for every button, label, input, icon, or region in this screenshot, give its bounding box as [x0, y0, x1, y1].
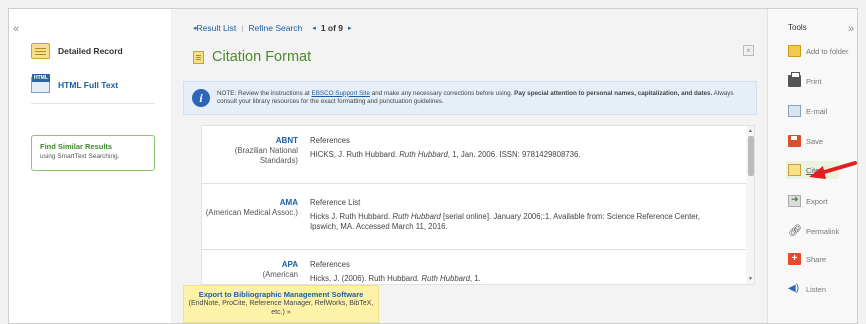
tool-permalink[interactable]: 🔗︎ Permalink [788, 225, 839, 237]
find-similar-subtitle: using SmartText Searching. [40, 153, 120, 160]
scroll-thumb[interactable] [748, 136, 754, 176]
cite-icon [788, 164, 801, 176]
citation-style-label: AMA (American Medical Assoc.) [205, 198, 298, 217]
email-icon [788, 105, 801, 117]
tool-export[interactable]: Export [788, 194, 828, 207]
export-title[interactable]: Export to Bibliographic Management Softw… [184, 290, 378, 299]
note-text: NOTE: Review the instructions at EBSCO S… [217, 89, 734, 106]
citation-list: ABNT (Brazilian National Standards) Refe… [201, 125, 755, 285]
export-to-bibliographic-box[interactable]: Export to Bibliographic Management Softw… [183, 285, 379, 323]
folder-icon [788, 45, 801, 57]
next-result-icon[interactable]: ▸ [348, 24, 352, 32]
tool-email[interactable]: E-mail [788, 105, 827, 117]
note-banner: i NOTE: Review the instructions at EBSCO… [183, 81, 757, 115]
export-icon [788, 194, 801, 207]
html-full-text-label: HTML Full Text [58, 80, 119, 90]
tool-share[interactable]: + Share [788, 253, 826, 265]
divider [31, 103, 155, 104]
refine-search-link[interactable]: Refine Search [248, 23, 302, 33]
html-full-text-link[interactable]: HTML HTML Full Text [31, 74, 119, 93]
info-icon: i [192, 89, 210, 107]
find-similar-title[interactable]: Find Similar Results [40, 142, 146, 151]
collapse-right-button[interactable]: » [848, 23, 854, 35]
page-title: Citation Format [212, 49, 312, 65]
close-button[interactable]: × [743, 45, 754, 56]
main-content: ◂ Result List | Refine Search ◂ 1 of 9 ▸… [171, 9, 767, 323]
export-subtitle: (EndNote, ProCite, Reference Manager, Re… [188, 300, 374, 316]
previous-result-icon[interactable]: ◂ [312, 24, 316, 32]
citation-text: References Hicks, J. (2006). Ruth Hubbar… [310, 260, 481, 283]
result-list-link[interactable]: Result List [197, 23, 237, 33]
citation-doc-icon [193, 50, 204, 64]
save-icon [788, 135, 801, 147]
citation-row-apa: APA (American References Hicks, J. (2006… [202, 250, 754, 284]
link-icon: 🔗︎ [788, 225, 802, 237]
citation-scrollbar[interactable]: ▲ ▼ [746, 126, 754, 284]
tool-add-to-folder[interactable]: Add to folder [788, 45, 849, 57]
citation-text: References HICKS, J. Ruth Hubbard. Ruth … [310, 136, 581, 159]
ebsco-support-link[interactable]: EBSCO Support Site [312, 90, 370, 97]
red-arrow-icon [809, 161, 857, 179]
tool-save[interactable]: Save [788, 135, 823, 147]
detailed-record-link[interactable]: Detailed Record [31, 43, 123, 59]
tool-print[interactable]: Print [788, 72, 821, 87]
result-navigation: ◂ Result List | Refine Search ◂ 1 of 9 ▸ [193, 23, 352, 33]
share-icon: + [788, 253, 801, 265]
page-frame: « Detailed Record HTML HTML Full Text Fi… [8, 8, 858, 324]
title-row: Citation Format [193, 49, 311, 65]
scroll-up-icon[interactable]: ▲ [748, 128, 753, 134]
result-page-indicator: 1 of 9 [320, 23, 344, 33]
scroll-down-icon[interactable]: ▼ [748, 276, 753, 282]
html-icon: HTML [31, 74, 50, 93]
citation-text: Reference List Hicks J. Ruth Hubbard. Ru… [310, 198, 700, 231]
citation-style-label: APA (American [262, 260, 298, 279]
collapse-left-button[interactable]: « [13, 23, 19, 35]
citation-row-abnt: ABNT (Brazilian National Standards) Refe… [202, 126, 754, 184]
document-icon [31, 43, 50, 59]
printer-icon [788, 72, 801, 87]
citation-style-label: ABNT (Brazilian National Standards) [234, 136, 298, 165]
nav-separator: | [241, 23, 244, 33]
detailed-record-label: Detailed Record [58, 46, 123, 56]
left-panel: « Detailed Record HTML HTML Full Text Fi… [9, 9, 171, 323]
find-similar-box[interactable]: Find Similar Results using SmartText Sea… [31, 135, 155, 171]
tool-listen[interactable]: ◀) Listen [788, 283, 826, 295]
speaker-icon: ◀) [788, 283, 800, 294]
tools-title: Tools [788, 23, 807, 32]
citation-row-ama: AMA (American Medical Assoc.) Reference … [202, 184, 754, 250]
